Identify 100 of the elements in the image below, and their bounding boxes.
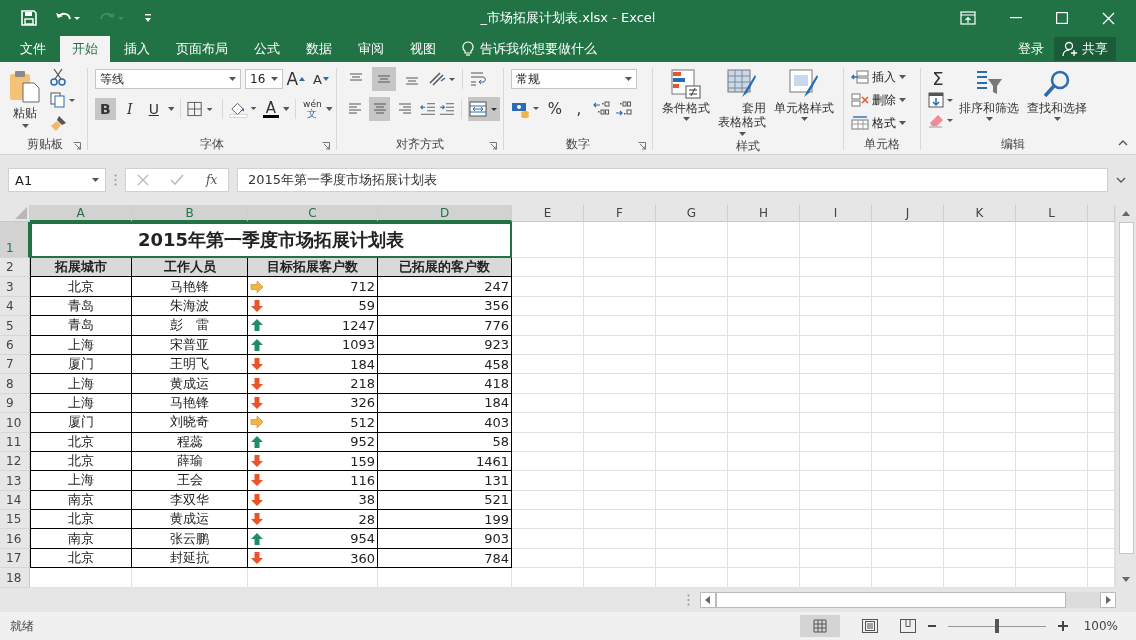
empty-cell[interactable] [512,432,584,452]
empty-cell[interactable] [512,374,584,394]
empty-cell[interactable] [944,316,1016,336]
caret-icon[interactable] [92,178,99,182]
row-header[interactable]: 13 [0,471,30,491]
dialog-launcher-icon[interactable] [73,142,81,150]
normal-view-icon[interactable] [799,615,840,637]
scroll-down-icon[interactable] [1122,577,1130,582]
empty-cell[interactable] [944,490,1016,511]
row-header[interactable]: 2 [0,258,30,278]
empty-cell[interactable] [512,277,584,297]
bold-button[interactable]: B [95,98,116,120]
empty-cell[interactable] [728,393,800,414]
empty-cell[interactable] [728,510,800,530]
empty-cell[interactable] [800,451,872,472]
empty-cell[interactable] [584,432,656,452]
row-header[interactable]: 6 [0,335,30,355]
empty-cell[interactable] [944,335,1016,355]
orientation-icon[interactable] [428,71,456,87]
empty-cell[interactable] [728,316,800,336]
empty-cell[interactable] [1016,548,1088,569]
empty-cell[interactable] [800,471,872,491]
empty-cell[interactable] [872,316,944,336]
empty-cell[interactable] [872,432,944,452]
page-break-icon[interactable] [899,619,916,633]
caret-icon[interactable] [282,107,290,111]
name-box[interactable]: A1 [8,168,106,192]
empty-cell[interactable] [1016,490,1088,511]
zoom-slider-thumb[interactable] [994,619,999,633]
empty-cell[interactable] [800,335,872,355]
empty-cell[interactable] [512,451,584,472]
dialog-launcher-icon[interactable] [322,142,330,150]
column-header[interactable]: F [584,205,656,222]
column-header[interactable]: I [800,205,872,222]
percent-button[interactable]: % [545,98,565,120]
caret-icon[interactable] [229,77,237,81]
empty-cell[interactable] [656,374,728,394]
row-header[interactable]: 17 [0,548,30,569]
column-header[interactable]: K [944,205,1016,222]
zoom-level[interactable]: 100% [1083,619,1118,633]
row-header[interactable]: 7 [0,354,30,375]
caret-icon[interactable] [21,124,29,128]
ribbon-tab[interactable]: 开始 [60,36,110,62]
row-header[interactable]: 14 [0,490,30,511]
empty-cell[interactable] [872,277,944,297]
empty-cell[interactable] [512,529,584,549]
empty-cell[interactable] [944,258,1016,278]
empty-cell[interactable] [656,277,728,297]
empty-cell[interactable] [656,258,728,278]
empty-cell[interactable] [944,222,1016,258]
collapse-ribbon-icon[interactable] [1118,140,1128,146]
empty-cell[interactable] [584,548,656,569]
dialog-launcher-icon[interactable] [489,142,497,150]
empty-cell[interactable] [944,277,1016,297]
wrap-text-icon[interactable] [469,71,487,87]
empty-cell[interactable] [944,529,1016,549]
empty-cell[interactable] [944,413,1016,433]
styles-button[interactable]: 套用表格格式 [715,67,769,138]
scroll-right-icon[interactable] [1100,592,1116,608]
empty-cell[interactable] [728,335,800,355]
column-header[interactable]: G [656,205,728,222]
title-cell[interactable]: 2015年第一季度市场拓展计划表 [30,222,512,258]
minimize-icon[interactable] [1010,17,1022,19]
empty-cell[interactable] [872,393,944,414]
row-header[interactable]: 15 [0,510,30,530]
empty-cell[interactable] [656,471,728,491]
select-all-corner[interactable] [0,205,30,222]
empty-cell[interactable] [728,374,800,394]
scrollbar-thumb[interactable] [1118,222,1134,554]
empty-cell[interactable] [584,451,656,472]
empty-cell[interactable] [728,354,800,375]
empty-cell[interactable] [944,393,1016,414]
empty-cell[interactable] [800,510,872,530]
italic-button[interactable]: I [119,98,140,120]
column-header[interactable]: B [132,205,248,222]
empty-cell[interactable] [944,510,1016,530]
empty-cell[interactable] [584,529,656,549]
empty-cell[interactable] [872,335,944,355]
empty-cell[interactable] [728,471,800,491]
empty-cell[interactable] [656,296,728,317]
column-header[interactable]: D [378,205,512,222]
decrease-indent-icon[interactable] [419,102,436,116]
empty-cell[interactable] [1016,258,1088,278]
empty-cell[interactable] [656,354,728,375]
column-header[interactable]: H [728,205,800,222]
empty-cell[interactable] [584,335,656,355]
column-header[interactable] [1088,205,1115,222]
empty-cell[interactable] [1016,296,1088,317]
caret-icon[interactable] [899,121,906,125]
checkmark-icon[interactable] [170,174,185,186]
caret-icon[interactable] [899,98,906,102]
fill-down-icon[interactable] [928,92,954,108]
row-header[interactable]: 4 [0,296,30,317]
row-header[interactable]: 3 [0,277,30,297]
empty-cell[interactable] [800,316,872,336]
empty-cell[interactable] [584,277,656,297]
empty-cell[interactable] [944,548,1016,569]
empty-cell[interactable] [800,258,872,278]
empty-cell[interactable] [1016,471,1088,491]
empty-cell[interactable] [584,393,656,414]
